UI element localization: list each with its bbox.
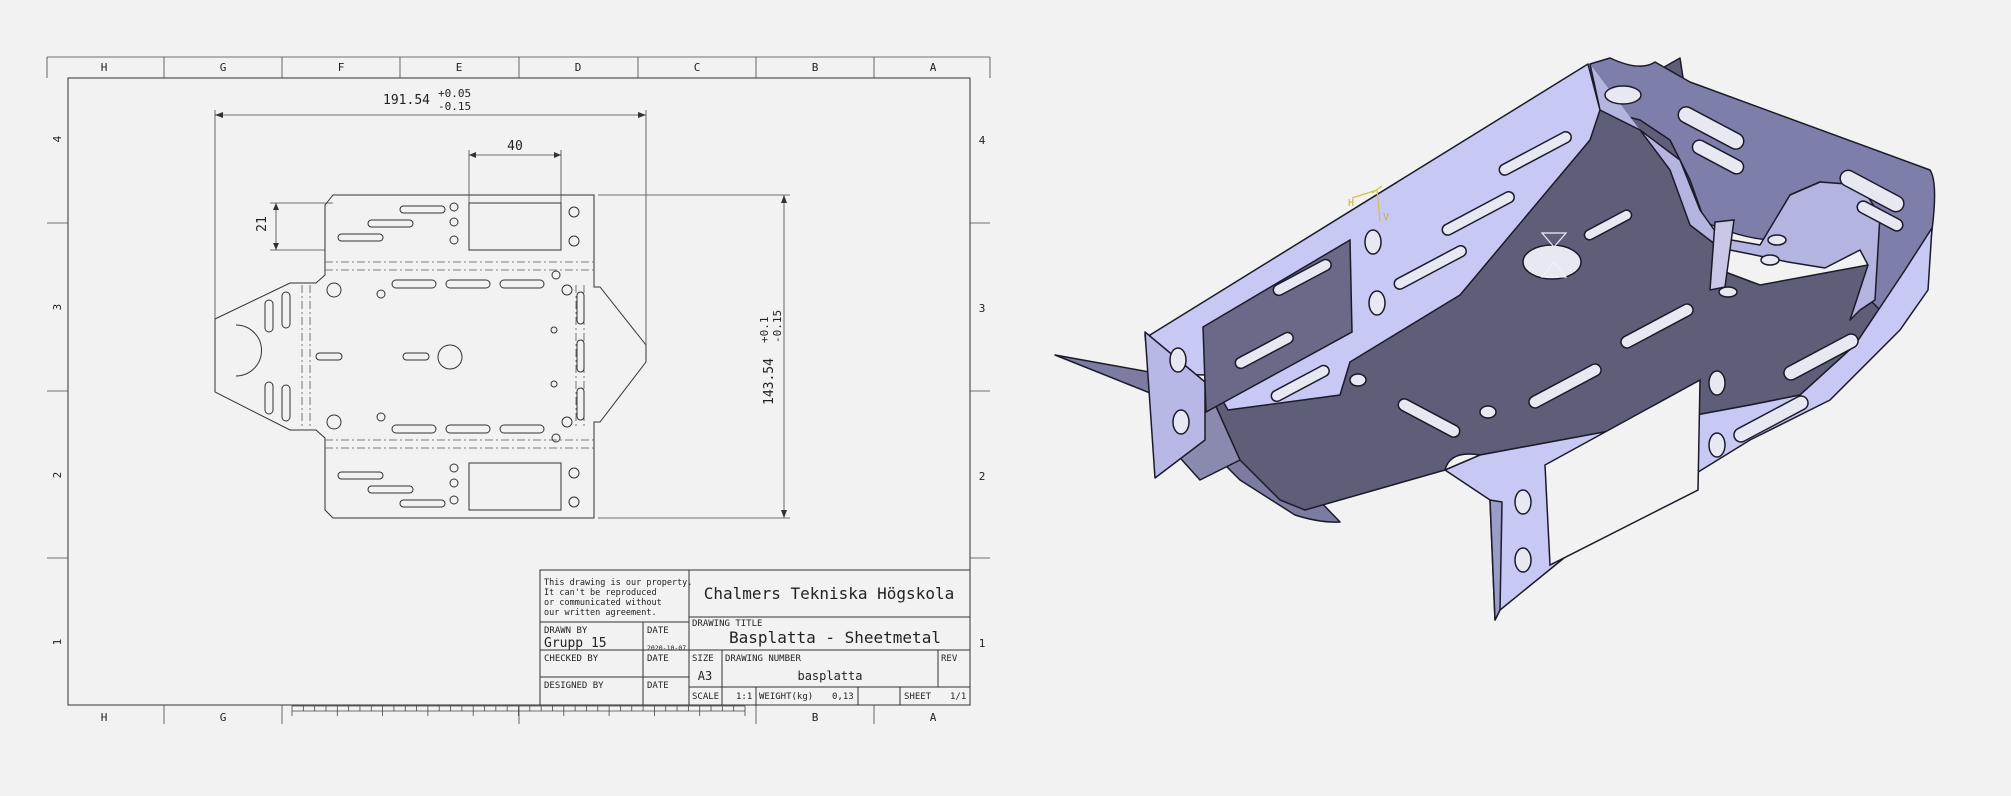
drawing-title: Basplatta - Sheetmetal <box>729 628 941 647</box>
model-3d-view[interactable] <box>1054 57 1936 621</box>
height-tolerance-lower: -0.15 <box>771 310 784 343</box>
flat-pattern-view <box>214 194 647 519</box>
border-row-label: 4 <box>51 135 64 142</box>
drawing-sheet: H G F E D C B A H G B A 4 3 2 1 4 3 2 1 <box>46 56 991 724</box>
width-tolerance-lower: -0.15 <box>438 100 471 113</box>
border-col-label: H <box>101 711 108 724</box>
size-value: A3 <box>698 669 712 683</box>
border-col-label: H <box>101 61 108 74</box>
height-dimension: 143.54 <box>762 358 777 405</box>
workspace-canvas: H G F E D C B A H G B A 4 3 2 1 4 3 2 1 … <box>46 56 1936 724</box>
drawn-by-label: DRAWN BY <box>544 626 588 636</box>
property-notice-line: or communicated without <box>544 598 662 608</box>
border-col-label: F <box>338 61 345 74</box>
window-cutout <box>468 202 562 251</box>
border-col-label: B <box>812 711 819 724</box>
border-row-label: 1 <box>979 637 986 650</box>
border-col-label: E <box>456 61 463 74</box>
axis-label-h: H <box>1348 198 1354 209</box>
sheet-label: SHEET <box>904 692 932 702</box>
border-row-label: 2 <box>979 470 986 483</box>
graduated-scale <box>291 705 746 724</box>
scale-label: SCALE <box>692 692 719 702</box>
drawn-date: 2020-10-07 <box>647 644 686 652</box>
border-col-label: G <box>220 711 227 724</box>
border-row-label: 3 <box>51 304 64 311</box>
border-col-label: D <box>575 61 582 74</box>
offset-dimension: 21 <box>255 216 270 232</box>
drawing-number-label: DRAWING NUMBER <box>725 654 801 664</box>
title-block: This drawing is our property. It can't b… <box>539 569 971 706</box>
drawing-number: basplatta <box>797 669 862 683</box>
border-row-label: 3 <box>979 302 986 315</box>
slot-width-dimension: 40 <box>507 139 523 154</box>
center-hole-3d <box>1522 244 1582 280</box>
dimension-annotations: 191.54 +0.05 -0.15 40 21 143.54 +0.1 -0.… <box>214 87 790 519</box>
weight-value: 0,13 <box>832 692 854 702</box>
drawn-by-value: Grupp 15 <box>544 636 607 651</box>
company-name: Chalmers Tekniska Högskola <box>704 584 954 603</box>
drawing-frame <box>67 77 971 706</box>
border-row-label: 2 <box>51 472 64 479</box>
window-cutout <box>468 462 562 511</box>
border-col-label: A <box>930 61 937 74</box>
size-label: SIZE <box>692 654 714 664</box>
property-notice-line: This drawing is our property. <box>544 578 692 588</box>
center-hole <box>437 344 463 370</box>
border-col-label: C <box>694 61 701 74</box>
date-label: DATE <box>647 681 669 691</box>
border-row-label: 4 <box>979 134 986 147</box>
checked-by-label: CHECKED BY <box>544 654 599 664</box>
property-notice-line: It can't be reproduced <box>544 588 657 598</box>
date-label: DATE <box>647 654 669 664</box>
border-col-label: A <box>930 711 937 724</box>
height-tolerance-upper: +0.1 <box>758 317 771 344</box>
sheet-value: 1/1 <box>950 692 966 702</box>
weight-label: WEIGHT(kg) <box>759 692 813 702</box>
property-notice-line: our written agreement. <box>544 608 657 618</box>
rev-label: REV <box>941 654 958 664</box>
axis-label-v: V <box>1383 212 1389 223</box>
arc-cutout <box>235 324 262 377</box>
border-col-label: G <box>220 61 227 74</box>
border-col-label: B <box>812 61 819 74</box>
designed-by-label: DESIGNED BY <box>544 681 604 691</box>
width-tolerance-upper: +0.05 <box>438 87 471 100</box>
border-row-label: 1 <box>51 639 64 646</box>
scale-value: 1:1 <box>736 692 752 702</box>
front-wall-edge <box>1489 499 1503 621</box>
date-label: DATE <box>647 626 669 636</box>
width-dimension: 191.54 <box>383 93 430 108</box>
